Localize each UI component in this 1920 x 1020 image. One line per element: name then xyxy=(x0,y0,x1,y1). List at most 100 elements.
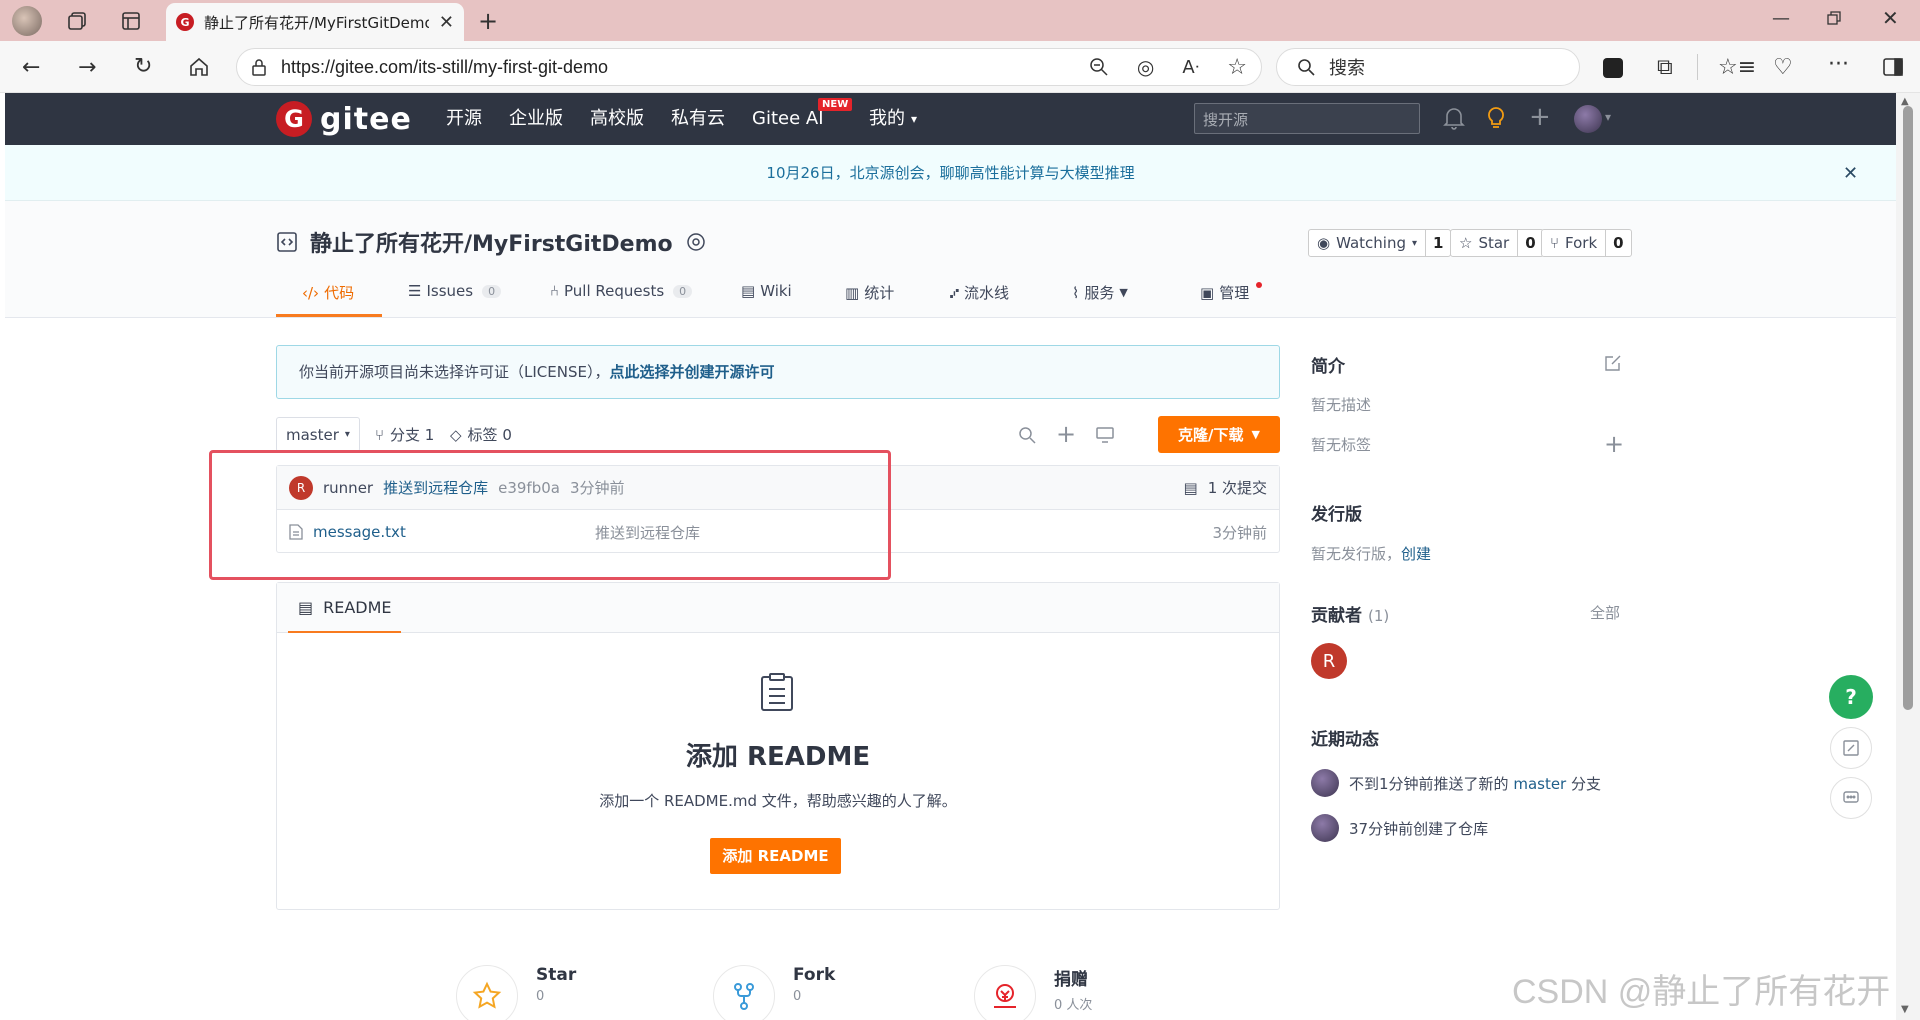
chat-button[interactable] xyxy=(1830,777,1872,819)
readme-empty-title: 添加 README xyxy=(685,742,871,772)
add-tag-icon[interactable]: + xyxy=(1604,430,1624,458)
favorite-star-icon[interactable]: ☆ xyxy=(1227,55,1247,80)
code-repo-icon xyxy=(276,231,298,253)
release-info: 暂无发行版，创建 xyxy=(1311,543,1431,564)
clone-caret-icon: ▼ xyxy=(1251,428,1260,441)
bell-icon[interactable] xyxy=(1443,106,1465,130)
branch-select[interactable]: master ▾ xyxy=(276,417,360,452)
close-window-icon[interactable]: ✕ xyxy=(1882,6,1899,30)
user-avatar[interactable] xyxy=(1574,105,1602,133)
bottom-star-stat[interactable]: Star 0 xyxy=(456,965,576,1020)
add-file-icon[interactable]: + xyxy=(1056,420,1076,448)
tab-manage[interactable]: ▣ 管理 xyxy=(1200,282,1249,303)
profile-avatar[interactable] xyxy=(12,6,42,36)
watch-count[interactable]: 1 xyxy=(1426,230,1450,256)
repo-badge-icon[interactable] xyxy=(685,231,707,253)
activity-avatar[interactable] xyxy=(1311,814,1339,842)
activity-avatar[interactable] xyxy=(1311,769,1339,797)
search-label: 搜索 xyxy=(1329,58,1365,79)
watch-button[interactable]: ◉ Watching ▾ 1 xyxy=(1308,229,1452,257)
refresh-icon[interactable]: ↻ xyxy=(134,54,152,79)
restore-icon[interactable] xyxy=(1826,10,1842,26)
nav-item-opensource[interactable]: 开源 xyxy=(446,105,482,133)
fork-button[interactable]: ⑂ Fork 0 xyxy=(1541,229,1632,257)
services-icon: ⌇ xyxy=(1072,283,1080,302)
activity-branch-link[interactable]: master xyxy=(1513,775,1566,793)
repo-title-text[interactable]: 静止了所有花开/MyFirstGitDemo xyxy=(310,226,673,258)
tags-link[interactable]: ◇ 标签 0 xyxy=(450,424,512,445)
forward-icon[interactable]: → xyxy=(78,55,96,80)
lock-icon[interactable] xyxy=(251,58,267,76)
collections-icon[interactable] xyxy=(66,10,88,32)
edit-intro-icon[interactable] xyxy=(1604,354,1622,372)
branches-link[interactable]: ⑂ 分支 1 xyxy=(375,424,434,445)
license-create-link[interactable]: 点此选择并创建开源许可 xyxy=(609,363,774,381)
browser-tab-active[interactable]: G 静止了所有花开/MyFirstGitDemo ✕ xyxy=(166,3,464,41)
nav-item-gitee-ai[interactable]: Gitee AI xyxy=(752,105,824,133)
sidebar-toggle-icon[interactable] xyxy=(1882,57,1904,77)
readme-tab[interactable]: ▤ README xyxy=(288,583,401,633)
activity-item: 不到1分钟前推送了新的 master 分支 xyxy=(1311,769,1601,797)
banner-close-icon[interactable]: ✕ xyxy=(1843,163,1858,184)
contributors-all-link[interactable]: 全部 xyxy=(1590,602,1620,623)
issues-icon: ☰ xyxy=(408,282,422,300)
nav-item-education[interactable]: 高校版 xyxy=(590,105,644,133)
tab-wiki[interactable]: ▤ Wiki xyxy=(741,282,792,300)
fork-stat-label: Fork xyxy=(793,965,836,985)
bulb-icon[interactable] xyxy=(1485,106,1507,130)
add-readme-button[interactable]: 添加 README xyxy=(710,838,841,874)
tab-services[interactable]: ⌇ 服务 ▼ xyxy=(1072,282,1128,303)
nav-item-enterprise[interactable]: 企业版 xyxy=(509,105,563,133)
star-button[interactable]: ☆ Star 0 xyxy=(1450,229,1544,257)
address-bar[interactable]: https://gitee.com/its-still/my-first-git… xyxy=(236,48,1262,86)
back-icon[interactable]: ← xyxy=(22,55,40,80)
gitee-search-input[interactable]: 搜开源 xyxy=(1194,103,1420,134)
code-icon: ‹/› xyxy=(302,283,320,302)
scroll-down-icon[interactable]: ▼ xyxy=(1901,1004,1909,1015)
home-icon[interactable] xyxy=(188,56,210,78)
star-outline-icon: ☆ xyxy=(1459,234,1473,252)
avatar-caret-icon[interactable]: ▾ xyxy=(1605,110,1611,124)
url-text[interactable]: https://gitee.com/its-still/my-first-git… xyxy=(281,57,1075,78)
favorites-icon[interactable]: ☆≡ xyxy=(1718,55,1756,80)
bottom-fork-stat[interactable]: Fork 0 xyxy=(713,965,835,1020)
read-aloud-icon[interactable]: Aᐧ xyxy=(1182,57,1199,78)
commit-count[interactable]: 1 次提交 xyxy=(1208,477,1267,498)
nav-item-private-cloud[interactable]: 私有云 xyxy=(671,105,725,133)
minimize-icon[interactable]: — xyxy=(1772,8,1790,29)
plus-icon[interactable]: + xyxy=(1529,102,1551,132)
new-tab-icon[interactable]: + xyxy=(478,7,498,35)
gitee-logo[interactable]: G gitee xyxy=(276,101,412,137)
scroll-up-icon[interactable]: ▲ xyxy=(1901,96,1909,107)
tab-actions-icon[interactable] xyxy=(120,10,142,32)
web-ide-icon[interactable] xyxy=(1096,427,1114,443)
create-release-link[interactable]: 创建 xyxy=(1401,545,1431,563)
zoom-icon[interactable] xyxy=(1089,57,1109,77)
tab-code[interactable]: ‹/› 代码 xyxy=(302,282,354,303)
tab-stats[interactable]: ▥ 统计 xyxy=(845,282,894,303)
tab-pipeline[interactable]: ⑇ 流水线 xyxy=(950,282,1009,303)
more-menu-icon[interactable]: ··· xyxy=(1828,52,1849,77)
watch-caret-icon: ▾ xyxy=(1412,237,1418,249)
event-banner[interactable]: 10月26日，北京源创会，聊聊高性能计算与大模型推理 xyxy=(5,145,1896,201)
edge-icon[interactable]: ◎ xyxy=(1137,55,1154,79)
fork-count[interactable]: 0 xyxy=(1606,230,1630,256)
nav-item-mine[interactable]: 我的 ▾ xyxy=(869,105,917,133)
clone-download-button[interactable]: 克隆/下载 ▼ xyxy=(1158,416,1280,453)
file-time: 3分钟前 xyxy=(1212,523,1267,542)
services-caret-icon: ▼ xyxy=(1119,286,1128,299)
help-button[interactable]: ? xyxy=(1829,675,1873,719)
scrollbar-thumb[interactable] xyxy=(1903,106,1913,710)
browser-search-box[interactable]: 搜索 xyxy=(1276,48,1580,86)
bottom-donate-stat[interactable]: 捐赠 0 人次 xyxy=(974,965,1092,1020)
puzzle-icon[interactable]: ⧉ xyxy=(1657,55,1673,80)
extension-icon[interactable] xyxy=(1603,58,1623,78)
health-icon[interactable]: ♡ xyxy=(1773,55,1793,80)
feedback-edit-button[interactable] xyxy=(1830,727,1872,769)
file-search-icon[interactable] xyxy=(1018,426,1036,444)
contributor-avatar[interactable]: R xyxy=(1311,643,1347,679)
star-count[interactable]: 0 xyxy=(1518,230,1542,256)
close-tab-icon[interactable]: ✕ xyxy=(439,12,454,33)
tab-pull-requests[interactable]: ⑃ Pull Requests 0 xyxy=(550,282,693,300)
tab-issues[interactable]: ☰ Issues 0 xyxy=(408,282,502,300)
